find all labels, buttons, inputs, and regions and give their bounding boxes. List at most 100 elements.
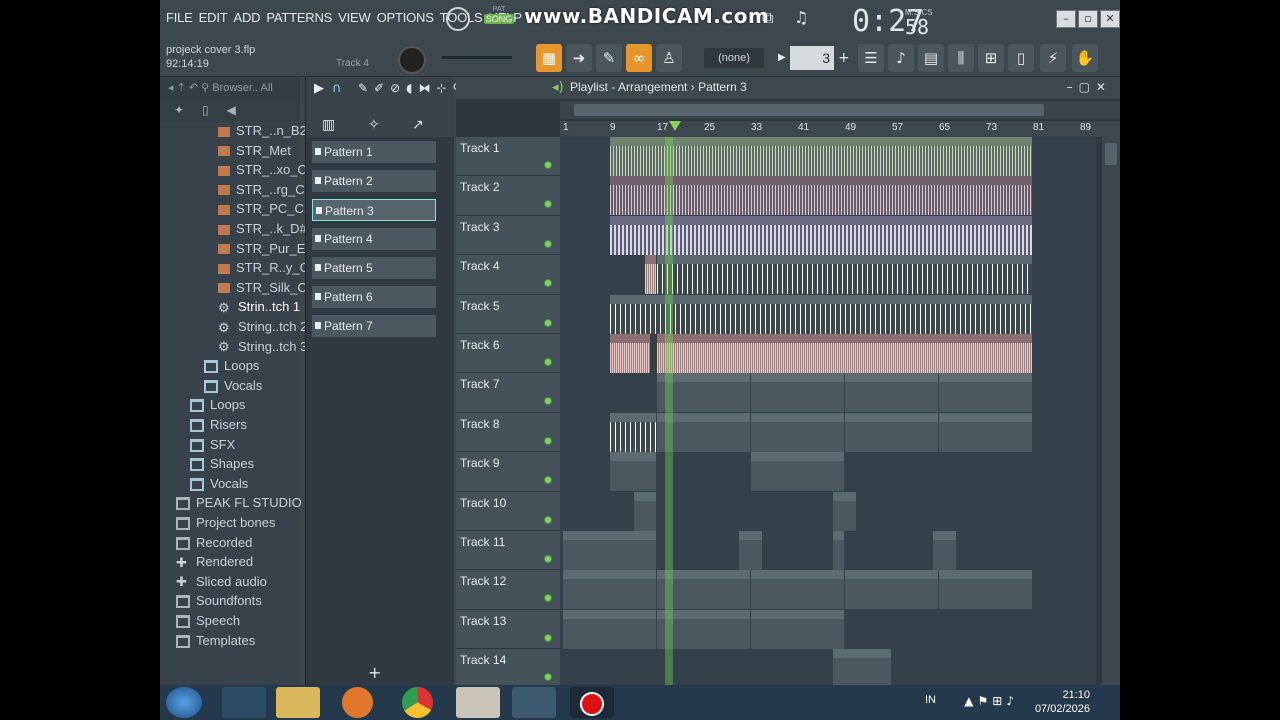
- track-name[interactable]: Track 12: [460, 574, 506, 588]
- browser-item[interactable]: Project bones: [160, 513, 316, 533]
- prev-pattern-icon[interactable]: ▶: [778, 52, 786, 63]
- browser-item[interactable]: PEAK FL STUDIO: [160, 493, 316, 513]
- playlist-clip[interactable]: [610, 215, 1032, 255]
- track-name[interactable]: Track 3: [460, 220, 500, 234]
- playlist-clip[interactable]: Pattern 5: [563, 531, 656, 570]
- track-name[interactable]: Track 5: [460, 299, 500, 313]
- pattern-item[interactable]: Pattern 3: [312, 199, 436, 221]
- track-name[interactable]: Track 8: [460, 417, 500, 431]
- tempo-icon[interactable]: ⧉: [762, 8, 773, 28]
- piano-roll-icon[interactable]: ♪: [888, 44, 914, 72]
- browser-speaker-icon[interactable]: ◀: [227, 103, 254, 117]
- menu-options[interactable]: OPTIONS: [377, 10, 434, 25]
- track-mute-led[interactable]: [544, 239, 552, 248]
- track-name[interactable]: Track 4: [460, 259, 500, 273]
- typing-keyboard-icon[interactable]: ▦: [536, 44, 562, 72]
- playlist-clip[interactable]: Pattern 1: [845, 373, 938, 413]
- timeline-ruler[interactable]: 1 9 17 25 33 41 49 57 65 73 81 89: [560, 121, 1120, 137]
- playlist-clip[interactable]: Pattern 2: [939, 412, 1032, 452]
- track-name[interactable]: Track 13: [460, 614, 506, 628]
- playlist-clip[interactable]: [657, 255, 1032, 295]
- pat-song-toggle[interactable]: PAT SONG: [484, 6, 514, 34]
- playhead-marker[interactable]: [669, 121, 681, 131]
- playlist-clip[interactable]: [610, 412, 656, 452]
- track-name[interactable]: Track 7: [460, 377, 500, 391]
- playlist-clip[interactable]: Pattern 3: [833, 649, 891, 685]
- master-pitch-slider[interactable]: [442, 56, 512, 59]
- browser-item[interactable]: ✚ Sliced audio: [160, 572, 316, 592]
- add-pattern-button[interactable]: +: [368, 663, 381, 682]
- track-mute-led[interactable]: [544, 633, 552, 642]
- track-name[interactable]: Track 11: [460, 535, 505, 549]
- playlist-clip[interactable]: [610, 137, 1032, 176]
- track-mute-led[interactable]: [544, 200, 552, 209]
- firefox-icon[interactable]: [342, 687, 373, 718]
- track-mute-led[interactable]: [544, 555, 552, 563]
- playlist-clip[interactable]: Pattern 4: [563, 570, 656, 610]
- media-player-icon[interactable]: [456, 687, 500, 718]
- playlist-clip[interactable]: [610, 294, 1032, 334]
- playlist-icon[interactable]: ☰: [858, 44, 884, 72]
- browser-title[interactable]: Browser.. All: [212, 82, 273, 94]
- browser-snap-icon[interactable]: ✦: [174, 103, 202, 117]
- file-explorer-icon[interactable]: [276, 687, 320, 718]
- track-mute-led[interactable]: [544, 161, 552, 169]
- fl-studio-taskbar-icon[interactable]: [512, 687, 556, 718]
- track-mute-led[interactable]: [544, 436, 552, 445]
- menu-add[interactable]: ADD: [233, 10, 260, 25]
- internet-explorer-icon[interactable]: [222, 687, 266, 718]
- browser-file-icon[interactable]: ▯: [202, 103, 227, 117]
- track-name[interactable]: Track 9: [460, 456, 500, 470]
- playlist-clip[interactable]: [933, 531, 956, 570]
- add-pattern-icon[interactable]: +: [838, 50, 850, 66]
- playlist-clip[interactable]: Pattern 4: [751, 570, 844, 610]
- playlist-window-buttons[interactable]: –▢✕: [1067, 80, 1112, 94]
- pattern-item[interactable]: Pattern 5: [312, 257, 436, 279]
- pattern-item[interactable]: Pattern 1: [312, 141, 436, 163]
- vertical-scroll[interactable]: [1102, 137, 1120, 685]
- playlist-clip[interactable]: Pat..n 6: [610, 452, 656, 492]
- close-button[interactable]: ✕: [1100, 10, 1120, 28]
- browser-item[interactable]: Recorded: [160, 533, 316, 553]
- browser-icon[interactable]: ▯: [1008, 44, 1034, 72]
- playlist-clip[interactable]: Pattern 6: [751, 452, 844, 492]
- plugin-picker-icon[interactable]: ⊞: [978, 44, 1004, 72]
- playlist-clip[interactable]: [610, 176, 1032, 216]
- playlist-clip[interactable]: [657, 334, 1032, 373]
- channel-rack-icon[interactable]: ▤: [918, 44, 944, 72]
- menu-patterns[interactable]: PATTERNS: [266, 10, 332, 25]
- input-language[interactable]: IN: [925, 694, 936, 706]
- playlist-clip[interactable]: Pattern 1: [751, 373, 844, 413]
- track-name[interactable]: Track 2: [460, 180, 500, 194]
- browser-item[interactable]: Templates: [160, 631, 316, 651]
- playlist-clip[interactable]: [645, 255, 656, 295]
- chrome-icon[interactable]: [402, 687, 433, 718]
- track-name[interactable]: Track 6: [460, 338, 500, 352]
- link-icon[interactable]: ∞: [626, 44, 652, 72]
- metronome-icon[interactable]: ♫: [794, 8, 808, 27]
- help-icon[interactable]: ✋: [1072, 44, 1098, 72]
- playlist-clip[interactable]: Pattern 7: [563, 609, 656, 649]
- track-name[interactable]: Track 10: [460, 496, 506, 510]
- mixer-icon[interactable]: ⫼: [948, 44, 974, 72]
- playlist-clip[interactable]: Pattern 4: [939, 570, 1032, 610]
- start-button[interactable]: [166, 687, 202, 718]
- magnet-icon[interactable]: ∩: [332, 81, 342, 96]
- horizontal-scroll[interactable]: [560, 101, 1120, 119]
- vertical-scroll-thumb[interactable]: [1105, 143, 1117, 165]
- play-icon[interactable]: ▶: [314, 81, 324, 96]
- plug-icon[interactable]: ⚡: [1040, 44, 1066, 72]
- pattern-item[interactable]: Pattern 6: [312, 286, 436, 308]
- playlist-clip[interactable]: [739, 531, 762, 570]
- pattern-item[interactable]: Pattern 4: [312, 228, 436, 250]
- track-mute-led[interactable]: [544, 476, 552, 485]
- browser-item[interactable]: ✚ Rendered: [160, 552, 316, 572]
- snap-select[interactable]: (none): [704, 48, 764, 68]
- pitch-knob[interactable]: [446, 7, 470, 31]
- menu-view[interactable]: VIEW: [338, 10, 371, 25]
- menu-edit[interactable]: EDIT: [199, 10, 228, 25]
- playlist-clip[interactable]: Pattern 7: [751, 609, 844, 649]
- browser-item[interactable]: Soundfonts: [160, 591, 316, 611]
- playlist-clip[interactable]: [633, 491, 656, 531]
- track-mute-led[interactable]: [544, 515, 552, 524]
